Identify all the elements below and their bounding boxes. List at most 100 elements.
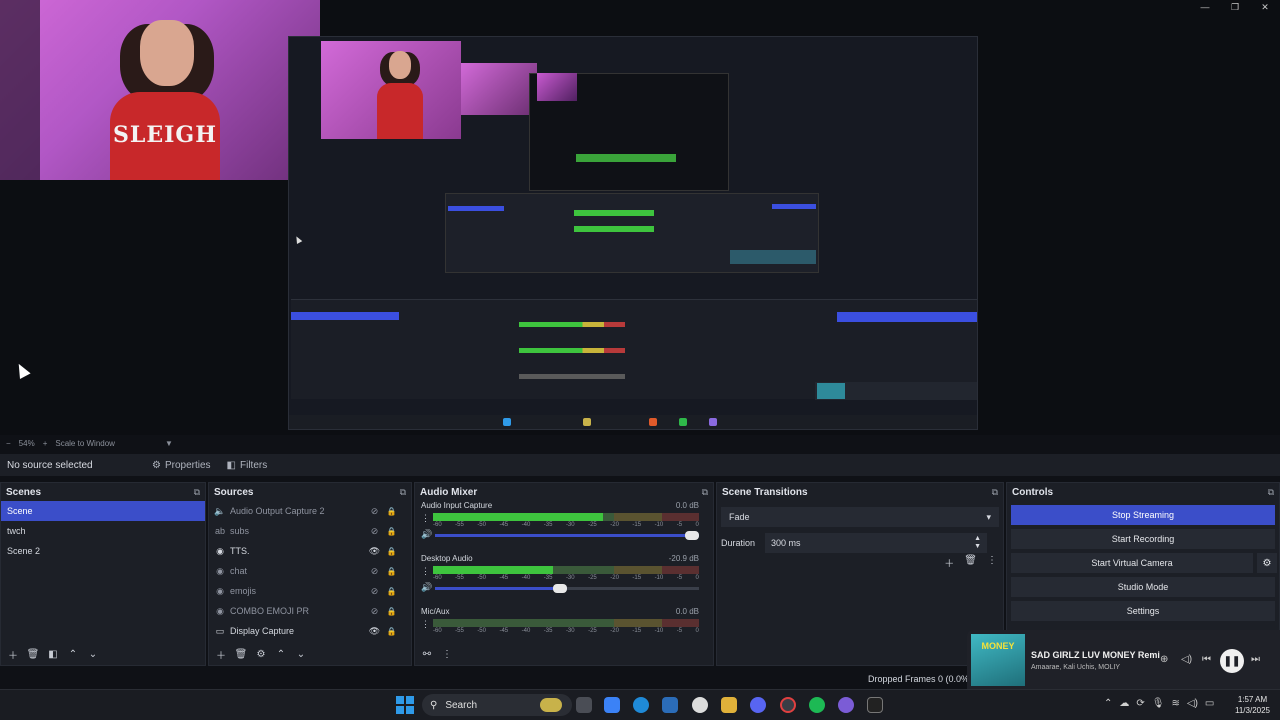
- lock-icon[interactable]: 🔒: [383, 587, 400, 596]
- eye-hidden-icon[interactable]: ⊘: [366, 506, 383, 517]
- lock-icon[interactable]: 🔒: [383, 547, 400, 556]
- close-icon[interactable]: ✕: [1250, 0, 1280, 14]
- chevron-up-icon[interactable]: ⌃: [1104, 698, 1112, 709]
- source-item[interactable]: ◉ COMBO EMOJI PR ⊘ 🔒: [209, 601, 411, 621]
- stop-streaming-button[interactable]: Stop Streaming: [1011, 505, 1275, 525]
- lock-icon[interactable]: 🔒: [383, 507, 400, 516]
- settings-button[interactable]: Settings: [1011, 601, 1275, 621]
- zoom-mode[interactable]: Scale to Window: [55, 439, 115, 448]
- taskbar-clock[interactable]: 1:57 AM 11/3/2025: [1235, 694, 1270, 716]
- eye-icon[interactable]: 👁: [366, 626, 383, 637]
- copilot-icon[interactable]: [604, 697, 620, 713]
- chevron-down-icon[interactable]: ⌄: [293, 649, 309, 660]
- cloud-icon[interactable]: ☁: [1119, 698, 1129, 709]
- speaker-icon[interactable]: 🔊: [421, 582, 432, 593]
- source-item[interactable]: ◉ emojis ⊘ 🔒: [209, 581, 411, 601]
- pause-button[interactable]: ❚❚: [1220, 649, 1244, 673]
- store-icon[interactable]: [662, 697, 678, 713]
- previous-icon[interactable]: ⏮: [1202, 654, 1211, 665]
- speaker-icon[interactable]: 🔊: [421, 529, 432, 540]
- properties-button[interactable]: ⚙ Properties: [144, 457, 219, 473]
- chevron-up-icon[interactable]: ⌃: [273, 649, 289, 660]
- maximize-icon[interactable]: ❐: [1220, 0, 1250, 14]
- undock-icon[interactable]: ⧉: [400, 487, 406, 498]
- trash-icon[interactable]: 🗑: [964, 555, 977, 570]
- windows-start-icon[interactable]: [396, 696, 414, 714]
- slider-knob[interactable]: [685, 531, 699, 540]
- filter-icon[interactable]: ◧: [45, 649, 61, 660]
- add-icon[interactable]: ＋: [213, 647, 229, 662]
- scene-item[interactable]: Scene 2: [1, 541, 205, 561]
- gear-icon[interactable]: ⚙: [253, 649, 269, 660]
- undock-icon[interactable]: ⧉: [194, 487, 200, 498]
- source-item[interactable]: 🔈 Audio Output Capture 2 ⊘ 🔒: [209, 501, 411, 521]
- studio-mode-button[interactable]: Studio Mode: [1011, 577, 1275, 597]
- undock-icon[interactable]: ⧉: [992, 487, 998, 498]
- chatgpt-icon[interactable]: [692, 697, 708, 713]
- transition-select[interactable]: Fade ▾: [721, 507, 999, 527]
- eye-hidden-icon[interactable]: ⊘: [366, 526, 383, 537]
- lock-icon[interactable]: 🔒: [383, 627, 400, 636]
- wifi-icon[interactable]: ≋: [1171, 698, 1179, 709]
- trash-icon[interactable]: 🗑: [233, 649, 249, 660]
- volume-icon[interactable]: ◁): [1187, 698, 1198, 709]
- app-icon[interactable]: [867, 697, 883, 713]
- obs-icon[interactable]: [780, 697, 796, 713]
- sync-icon[interactable]: ⟳: [1136, 698, 1144, 709]
- eye-hidden-icon[interactable]: ⊘: [366, 586, 383, 597]
- chevron-down-icon[interactable]: ⌄: [85, 649, 101, 660]
- taskbar-search[interactable]: ⚲ Search: [422, 694, 572, 716]
- link-icon[interactable]: ⚯: [419, 649, 435, 660]
- volume-slider[interactable]: [435, 584, 699, 593]
- battery-icon[interactable]: ▭: [1205, 698, 1214, 709]
- messenger-icon[interactable]: [838, 697, 854, 713]
- tick-label: -25: [588, 628, 597, 634]
- kebab-menu-icon[interactable]: ⋮: [439, 649, 455, 660]
- undock-icon[interactable]: ⧉: [1268, 487, 1274, 498]
- discord-icon[interactable]: [750, 697, 766, 713]
- microphone-icon[interactable]: 🎙: [1152, 698, 1165, 709]
- start-recording-button[interactable]: Start Recording: [1011, 529, 1275, 549]
- spotify-icon[interactable]: [809, 697, 825, 713]
- kebab-menu-icon[interactable]: ⋮: [987, 555, 997, 570]
- eye-hidden-icon[interactable]: ⊘: [366, 606, 383, 617]
- source-item[interactable]: ab subs ⊘ 🔒: [209, 521, 411, 541]
- source-item[interactable]: ◉ TTS. 👁 🔒: [209, 541, 411, 561]
- kebab-menu-icon[interactable]: ⋮: [421, 566, 430, 577]
- edge-icon[interactable]: [633, 697, 649, 713]
- zoom-out-icon[interactable]: −: [6, 439, 11, 448]
- scene-item[interactable]: Scene: [1, 501, 205, 521]
- source-item[interactable]: ▭ Display Capture 👁 🔒: [209, 621, 411, 641]
- eye-icon[interactable]: 👁: [366, 546, 383, 557]
- task-view-icon[interactable]: [576, 697, 592, 713]
- eye-hidden-icon[interactable]: ⊘: [366, 566, 383, 577]
- lock-icon[interactable]: 🔒: [383, 527, 400, 536]
- slider-knob[interactable]: [553, 584, 567, 593]
- scene-transitions-dock: Scene Transitions ⧉ Fade ▾ Duration 300 …: [716, 482, 1004, 666]
- minimize-icon[interactable]: —: [1190, 0, 1220, 14]
- duration-input[interactable]: 300 ms ▲ ▼: [765, 533, 988, 553]
- kebab-menu-icon[interactable]: ⋮: [421, 619, 430, 630]
- gear-icon[interactable]: ⚙: [1257, 553, 1277, 573]
- add-icon[interactable]: ＋: [5, 647, 21, 662]
- add-icon[interactable]: ＋: [944, 555, 954, 570]
- trash-icon[interactable]: 🗑: [25, 649, 41, 660]
- chevron-up-icon[interactable]: ⌃: [65, 649, 81, 660]
- next-icon[interactable]: ⏭: [1251, 654, 1260, 665]
- start-virtual-camera-button[interactable]: Start Virtual Camera ⚙: [1011, 553, 1277, 573]
- chevron-down-icon[interactable]: ▼: [165, 439, 173, 448]
- lock-icon[interactable]: 🔒: [383, 607, 400, 616]
- filters-button[interactable]: ◧ Filters: [219, 457, 276, 473]
- speaker-icon[interactable]: ◁): [1181, 654, 1192, 665]
- volume-slider[interactable]: [435, 531, 699, 540]
- like-icon[interactable]: ⊕: [1160, 654, 1168, 665]
- spin-arrows-icon[interactable]: ▲ ▼: [974, 535, 981, 551]
- source-item[interactable]: ◉ chat ⊘ 🔒: [209, 561, 411, 581]
- scene-item[interactable]: twch: [1, 521, 205, 541]
- undock-icon[interactable]: ⧉: [702, 487, 708, 498]
- zoom-in-icon[interactable]: +: [43, 439, 48, 448]
- kebab-menu-icon[interactable]: ⋮: [421, 513, 430, 524]
- lock-icon[interactable]: 🔒: [383, 567, 400, 576]
- preview-canvas[interactable]: SLEIGH: [0, 0, 1280, 435]
- file-explorer-icon[interactable]: [721, 697, 737, 713]
